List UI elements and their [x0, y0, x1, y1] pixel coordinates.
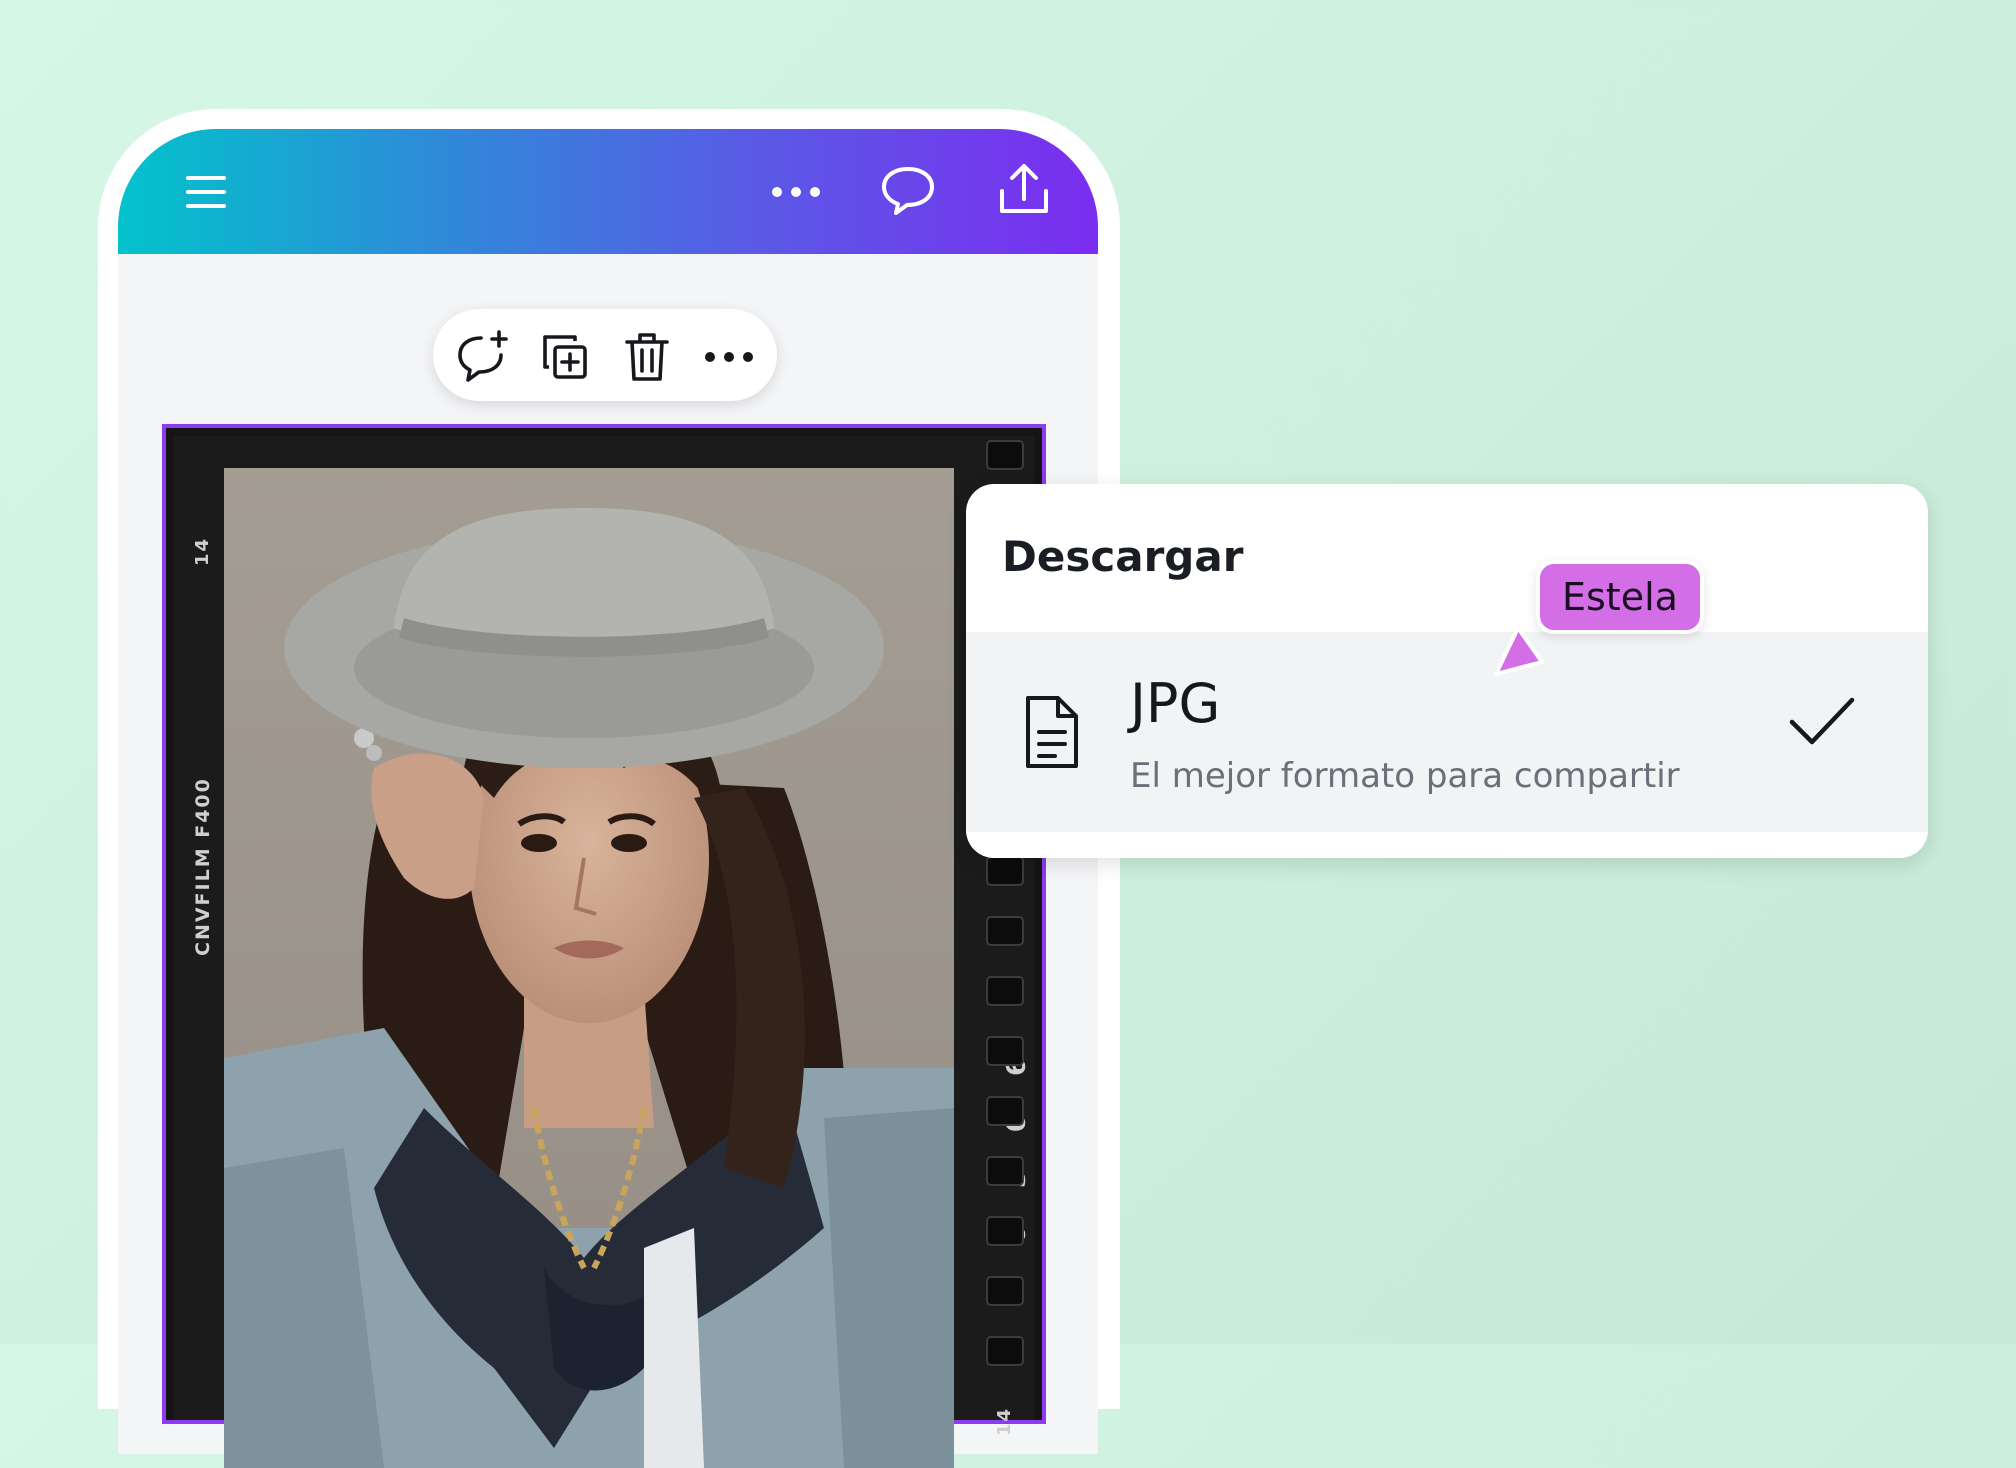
film-number-top: 14 — [192, 536, 213, 566]
download-option-description: El mejor formato para compartir — [1130, 756, 1680, 796]
film-sprocket-hole — [986, 1036, 1024, 1066]
selected-film-frame[interactable]: 14 CNVFILM F400 14 6 0 3 6 — [162, 424, 1046, 1468]
film-sprocket-hole — [986, 976, 1024, 1006]
film-sprocket-hole — [986, 1156, 1024, 1186]
collaborator-name-tag: Estela — [1536, 560, 1704, 634]
film-sprocket-hole — [986, 1216, 1024, 1246]
comment-icon[interactable] — [878, 161, 938, 221]
collaborator-cursor-icon — [1488, 622, 1546, 682]
add-comment-icon[interactable] — [455, 329, 511, 385]
trash-icon[interactable] — [619, 329, 675, 385]
film-brand-label: CNVFILM F400 — [192, 777, 214, 956]
download-option-jpg[interactable]: JPG El mejor formato para compartir — [966, 632, 1928, 832]
film-sprocket-hole — [986, 1096, 1024, 1126]
more-horizontal-icon[interactable] — [766, 171, 826, 213]
toolbar-more-icon[interactable] — [701, 329, 757, 385]
share-upload-icon[interactable] — [994, 157, 1054, 221]
film-sprocket-hole — [986, 1276, 1024, 1306]
film-sprocket-hole — [986, 440, 1024, 470]
film-strip: 14 CNVFILM F400 14 6 0 3 6 — [174, 436, 1034, 1468]
film-sprocket-hole — [986, 916, 1024, 946]
element-toolbar — [433, 309, 777, 401]
download-panel: Descargar JPG El mejor formato para comp… — [966, 484, 1928, 858]
film-sprocket-hole — [986, 856, 1024, 886]
download-panel-title: Descargar — [1002, 532, 1244, 581]
portrait-photo — [224, 468, 954, 1468]
check-icon — [1786, 692, 1858, 752]
design-canvas: 14 CNVFILM F400 14 6 0 3 6 — [118, 254, 1098, 1468]
film-sprocket-hole — [986, 1336, 1024, 1366]
film-number-bottom: 14 — [994, 1406, 1015, 1436]
duplicate-icon[interactable] — [537, 329, 593, 385]
app-header — [118, 129, 1098, 254]
hamburger-menu-icon[interactable] — [178, 169, 234, 215]
download-option-name: JPG — [1130, 672, 1221, 735]
file-document-icon — [1022, 694, 1082, 770]
